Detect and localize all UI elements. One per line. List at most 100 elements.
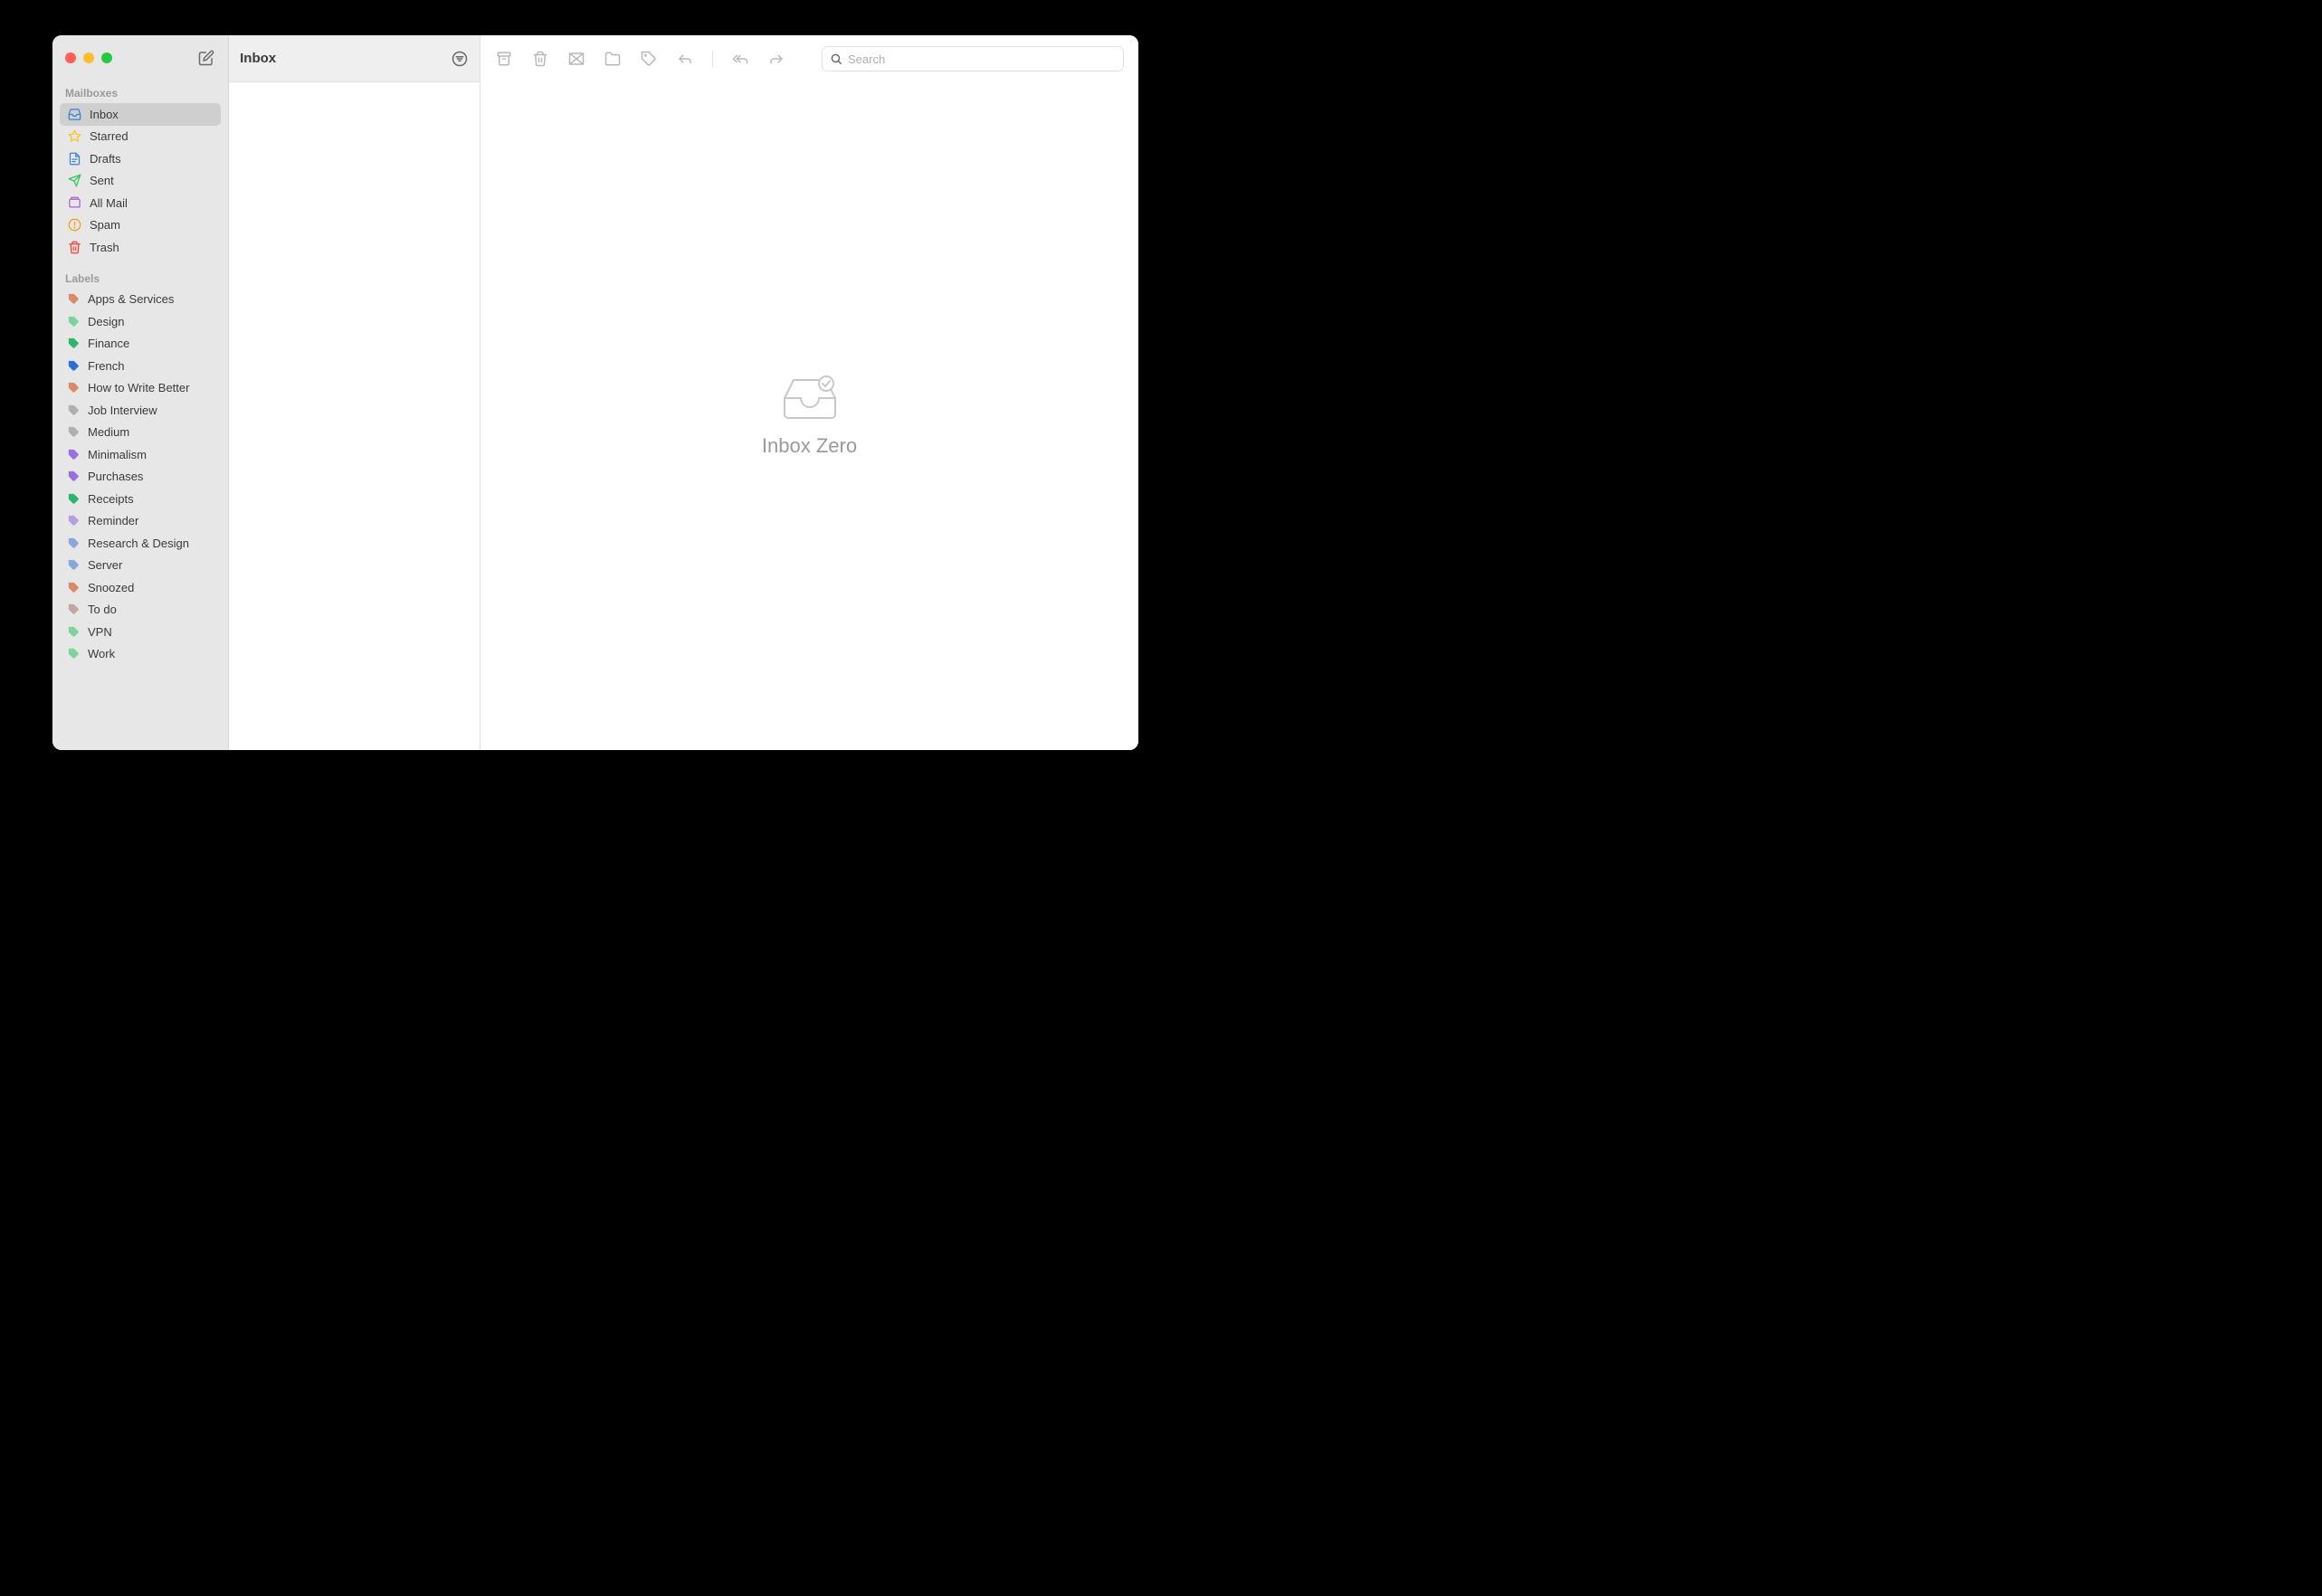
mailbox-item-drafts[interactable]: Drafts: [60, 147, 221, 170]
mailbox-item-inbox[interactable]: Inbox: [60, 103, 221, 126]
label-item-job-interview[interactable]: Job Interview: [60, 399, 221, 422]
tag-icon: [67, 448, 80, 461]
archive-button[interactable]: [495, 50, 513, 68]
section-header-mailboxes: Mailboxes: [52, 81, 228, 103]
reply-all-icon: [731, 51, 749, 67]
labels-list: Apps & Services Design Finance French How to…: [52, 289, 228, 666]
tag-icon: [67, 426, 80, 439]
label-item-snoozed[interactable]: Snoozed: [60, 576, 221, 599]
inbox-icon: [67, 107, 81, 121]
tag-icon: [67, 293, 80, 306]
trash-icon: [67, 240, 81, 254]
label-item-apps-services[interactable]: Apps & Services: [60, 289, 221, 311]
spam-button[interactable]: [567, 50, 585, 68]
label-text: Design: [88, 315, 124, 328]
tag-icon: [67, 603, 80, 616]
mailbox-item-trash[interactable]: Trash: [60, 236, 221, 259]
allmail-icon: [67, 195, 81, 210]
label-item-design[interactable]: Design: [60, 310, 221, 333]
tag-icon: [67, 404, 80, 416]
label-item-vpn[interactable]: VPN: [60, 621, 221, 643]
trash-icon: [532, 51, 548, 67]
label-text: Research & Design: [88, 537, 189, 550]
label-text: How to Write Better: [88, 381, 189, 394]
label-item-medium[interactable]: Medium: [60, 422, 221, 444]
mailboxes-list: Inbox Starred Drafts Sent All Mail Spam Trash: [52, 103, 228, 259]
search-field[interactable]: [822, 46, 1124, 71]
inbox-zero-icon: [781, 375, 839, 422]
mailbox-item-all-mail[interactable]: All Mail: [60, 192, 221, 214]
delete-button[interactable]: [531, 50, 549, 68]
folder-icon: [604, 51, 621, 67]
sent-icon: [67, 174, 81, 188]
tag-icon: [67, 537, 80, 549]
label-item-to-do[interactable]: To do: [60, 599, 221, 622]
move-button[interactable]: [604, 50, 622, 68]
mailbox-item-starred[interactable]: Starred: [60, 126, 221, 148]
mailbox-label: All Mail: [90, 196, 128, 210]
filter-icon: [452, 51, 468, 67]
mailbox-item-spam[interactable]: Spam: [60, 214, 221, 237]
label-item-how-to-write-better[interactable]: How to Write Better: [60, 377, 221, 400]
reply-icon: [677, 51, 693, 67]
label-text: Reminder: [88, 514, 138, 527]
label-text: Medium: [88, 425, 129, 439]
tag-icon: [67, 315, 80, 328]
mailbox-label: Trash: [90, 241, 119, 254]
mailbox-label: Spam: [90, 218, 120, 232]
label-text: Server: [88, 558, 122, 572]
filter-button[interactable]: [451, 50, 469, 68]
maximize-window-button[interactable]: [101, 52, 112, 63]
label-item-purchases[interactable]: Purchases: [60, 466, 221, 489]
tag-icon: [67, 470, 80, 483]
reply-all-button[interactable]: [731, 50, 749, 68]
close-window-button[interactable]: [65, 52, 76, 63]
tag-icon: [67, 337, 80, 350]
mail-window: Mailboxes Inbox Starred Drafts Sent All Mail…: [52, 35, 1138, 750]
toolbar: [481, 35, 1138, 82]
label-text: French: [88, 359, 124, 373]
forward-button[interactable]: [767, 50, 785, 68]
label-item-french[interactable]: French: [60, 355, 221, 377]
label-item-work[interactable]: Work: [60, 643, 221, 666]
tag-icon: [67, 515, 80, 527]
mailbox-label: Sent: [90, 174, 114, 187]
label-item-reminder[interactable]: Reminder: [60, 510, 221, 533]
tag-icon: [67, 559, 80, 572]
search-input[interactable]: [848, 52, 1116, 66]
empty-state: Inbox Zero: [481, 82, 1138, 750]
search-icon: [830, 52, 842, 65]
label-text: Apps & Services: [88, 292, 174, 306]
label-item-receipts[interactable]: Receipts: [60, 488, 221, 510]
titlebar: [52, 35, 228, 81]
label-item-minimalism[interactable]: Minimalism: [60, 443, 221, 466]
label-text: Job Interview: [88, 404, 157, 417]
label-text: To do: [88, 603, 117, 616]
draft-icon: [67, 151, 81, 166]
tag-icon: [67, 492, 80, 505]
message-list-pane: Inbox: [229, 35, 481, 750]
tag-icon: [641, 51, 657, 67]
mailbox-item-sent[interactable]: Sent: [60, 170, 221, 193]
label-item-research-design[interactable]: Research & Design: [60, 532, 221, 555]
mailbox-label: Drafts: [90, 152, 121, 166]
compose-button[interactable]: [197, 49, 215, 67]
label-text: VPN: [88, 625, 112, 639]
label-text: Finance: [88, 337, 129, 350]
label-button[interactable]: [640, 50, 658, 68]
spam-icon: [567, 51, 585, 67]
window-controls: [65, 52, 112, 63]
compose-icon: [198, 50, 214, 66]
label-text: Minimalism: [88, 448, 147, 461]
empty-state-text: Inbox Zero: [762, 434, 857, 458]
tag-icon: [67, 581, 80, 594]
label-item-finance[interactable]: Finance: [60, 333, 221, 356]
label-text: Snoozed: [88, 581, 134, 594]
minimize-window-button[interactable]: [83, 52, 94, 63]
section-header-labels: Labels: [52, 266, 228, 289]
tag-icon: [67, 382, 80, 394]
reply-button[interactable]: [676, 50, 694, 68]
mailbox-label: Inbox: [90, 108, 119, 121]
label-item-server[interactable]: Server: [60, 555, 221, 577]
mailbox-label: Starred: [90, 129, 128, 143]
